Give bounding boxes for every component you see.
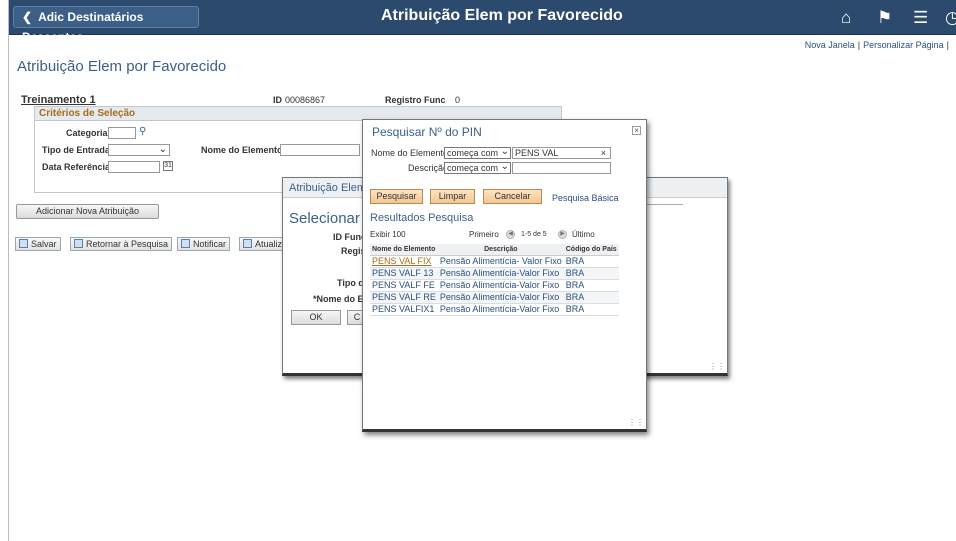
grid-navigation: Exibir 100 Primeiro ◀ 1-5 de 5 ▶ Último <box>370 230 613 242</box>
results-title: Resultados Pesquisa <box>370 212 474 224</box>
category-input[interactable] <box>108 127 136 139</box>
clear-button[interactable]: Limpar <box>430 189 475 204</box>
description-search-input[interactable] <box>512 162 611 174</box>
description-filter-label: Descrição <box>408 163 449 173</box>
ref-date-label: Data Referência <box>42 162 111 172</box>
element-name-operator-select[interactable]: começa com ⌄ <box>444 147 511 159</box>
results-grid: Nome do Elemento Descrição Código do Paí… <box>370 244 619 316</box>
registro-value: 0 <box>455 95 461 105</box>
element-name-label: Nome do Elemento <box>201 145 283 155</box>
grid-header-row: Nome do Elemento Descrição Código do Paí… <box>370 244 619 256</box>
entry-type-select[interactable]: ⌄ <box>108 144 170 156</box>
table-row[interactable]: PENS VALFIX1 Pensão Alimentícia-Valor Fi… <box>370 303 619 316</box>
last-link[interactable]: Último <box>572 230 595 239</box>
id-value: 00086867 <box>285 95 326 105</box>
col-description[interactable]: Descrição <box>437 244 564 256</box>
category-label: Categoria <box>66 128 108 138</box>
cell-country-code[interactable]: BRA <box>563 303 619 316</box>
return-search-label: Retornar à Pesquisa <box>86 239 169 249</box>
cell-country-code[interactable]: BRA <box>563 291 619 304</box>
app-frame: ❮ Adic Destinatários Descontos Atribuição… <box>8 0 956 541</box>
search-modal-title: Pesquisar Nº do PIN <box>372 125 482 139</box>
search-modal: Pesquisar Nº do PIN × Nome do Elemento c… <box>362 119 647 432</box>
refresh-icon <box>243 239 252 248</box>
personalize-link[interactable]: Personalizar Página <box>863 40 944 50</box>
top-links: Nova Janela | Personalizar Página | <box>804 40 949 50</box>
cell-element-name[interactable]: PENS VALF FE <box>370 279 438 292</box>
cell-element-name[interactable]: PENS VALF 13 <box>370 267 438 280</box>
registro-label: Registro Func <box>385 95 446 105</box>
table-row[interactable]: PENS VAL FIX Pensão Alimentícia- Valor F… <box>370 255 619 268</box>
cell-description[interactable]: Pensão Alimentícia- Valor Fixo <box>437 255 564 268</box>
new-window-link[interactable]: Nova Janela <box>805 40 855 50</box>
table-row[interactable]: PENS VALF FE Pensão Alimentícia-Valor Fi… <box>370 279 619 292</box>
modal-name-label: *Nome do El <box>313 294 367 304</box>
calendar-icon[interactable]: 31 <box>163 161 173 171</box>
element-name-operator-value: começa com <box>447 148 499 158</box>
return-search-button[interactable]: Retornar à Pesquisa <box>70 237 173 251</box>
save-button[interactable]: Salvar <box>15 237 61 251</box>
table-row[interactable]: PENS VALF RE Pensão Alimentícia-Valor Fi… <box>370 291 619 304</box>
close-icon[interactable]: × <box>632 126 641 135</box>
employee-name: Treinamento 1 <box>21 94 96 106</box>
cell-element-name[interactable]: PENS VALF RE <box>370 291 438 304</box>
resize-grip-icon[interactable]: ⋮⋮ <box>628 418 644 427</box>
notify-button[interactable]: Notificar <box>177 237 231 251</box>
cell-description[interactable]: Pensão Alimentícia-Valor Fixo <box>437 279 564 292</box>
element-name-search-input[interactable]: PENS VAL × <box>512 147 611 159</box>
col-country-code[interactable]: Código do País <box>563 244 619 256</box>
clear-icon[interactable]: × <box>601 148 606 158</box>
search-icon[interactable]: ⚲ <box>139 126 146 137</box>
chevron-down-icon: ⌄ <box>158 144 167 155</box>
description-operator-value: começa com <box>447 163 499 173</box>
cell-element-name[interactable]: PENS VALFIX1 <box>370 303 438 316</box>
save-label: Salvar <box>31 239 57 249</box>
table-row[interactable]: PENS VALF 13 Pensão Alimentícia-Valor Fi… <box>370 267 619 280</box>
description-operator-select[interactable]: começa com ⌄ <box>444 162 511 174</box>
header-bar: ❮ Adic Destinatários Descontos Atribuição… <box>9 0 956 44</box>
cell-description[interactable]: Pensão Alimentícia-Valor Fixo <box>437 303 564 316</box>
ref-date-input[interactable] <box>108 161 160 173</box>
chevron-down-icon: ⌄ <box>500 146 509 157</box>
page-title: Atribuição Elem por Favorecido <box>17 58 227 75</box>
return-icon <box>74 239 83 248</box>
ok-button[interactable]: OK <box>291 310 341 325</box>
search-button[interactable]: Pesquisar <box>370 189 423 204</box>
element-name-input[interactable] <box>280 144 360 156</box>
chevron-down-icon: ⌄ <box>500 161 509 172</box>
show-100-link[interactable]: Exibir 100 <box>370 230 406 239</box>
notify-label: Notificar <box>193 239 227 249</box>
entry-type-label: Tipo de Entrada <box>42 145 110 155</box>
menu-icon[interactable]: ☰ <box>913 8 928 28</box>
cell-country-code[interactable]: BRA <box>563 255 619 268</box>
row-range: 1-5 de 5 <box>521 231 547 238</box>
cell-country-code[interactable]: BRA <box>563 279 619 292</box>
cell-country-code[interactable]: BRA <box>563 267 619 280</box>
col-element-name[interactable]: Nome do Elemento <box>370 244 438 256</box>
cell-description[interactable]: Pensão Alimentícia-Valor Fixo <box>437 267 564 280</box>
app-title: Atribuição Elem por Favorecido <box>381 7 623 24</box>
first-link[interactable]: Primeiro <box>469 230 499 239</box>
save-icon <box>19 239 28 248</box>
element-name-filter-label: Nome do Elemento <box>371 148 449 158</box>
add-assignment-button[interactable]: Adicionar Nova Atribuição <box>16 204 159 219</box>
resize-grip-icon[interactable]: ⋮⋮ <box>709 362 725 371</box>
chevron-left-icon: ❮ <box>22 10 33 24</box>
back-button[interactable]: ❮ Adic Destinatários Descontos <box>13 6 199 44</box>
cell-description[interactable]: Pensão Alimentícia-Valor Fixo <box>437 291 564 304</box>
previous-icon[interactable]: ◀ <box>506 230 515 239</box>
flag-icon[interactable]: ⚑ <box>877 8 892 28</box>
home-icon[interactable]: ⌂ <box>841 8 851 28</box>
navbar-icon[interactable]: ◷ <box>945 8 956 28</box>
id-label: ID <box>273 95 282 105</box>
back-button-label: Adic Destinatários Descontos <box>22 10 144 44</box>
cell-element-name[interactable]: PENS VAL FIX <box>370 255 438 268</box>
cancel-button[interactable]: Cancelar <box>483 189 542 204</box>
mail-icon <box>181 239 190 248</box>
assignment-modal-heading: Selecionar u <box>289 210 373 227</box>
element-name-search-value: PENS VAL <box>515 148 559 158</box>
basic-search-link[interactable]: Pesquisa Básica <box>552 193 619 203</box>
next-icon[interactable]: ▶ <box>558 230 567 239</box>
